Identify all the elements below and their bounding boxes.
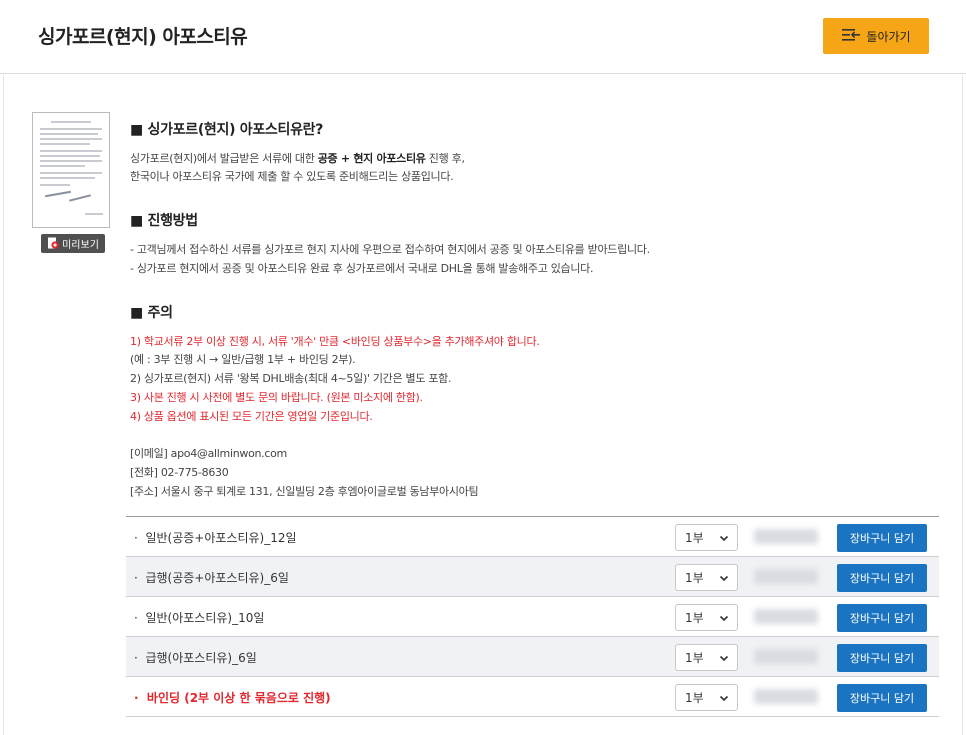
quantity-select[interactable]: 1부 bbox=[675, 524, 738, 551]
price-blurred bbox=[754, 569, 818, 584]
list-back-icon bbox=[841, 27, 861, 46]
preview-icon bbox=[47, 234, 59, 253]
product-row: · 바인딩 (2부 이상 한 묶음으로 진행) 1부 장바구니 담기 bbox=[126, 677, 939, 717]
document-thumbnail[interactable] bbox=[32, 112, 110, 228]
product-name: · 일반(공증+아포스티유)_12일 bbox=[134, 531, 297, 545]
product-options-table: · 일반(공증+아포스티유)_12일 1부 장바구니 담기 · 급행(공증+아포… bbox=[126, 516, 939, 717]
product-name: · 일반(아포스티유)_10일 bbox=[134, 611, 265, 625]
intro-line-2: 한국이나 아포스티유 국가에 제출 할 수 있도록 준비해드리는 상품입니다. bbox=[130, 170, 454, 183]
product-name: · 급행(아포스티유)_6일 bbox=[134, 651, 257, 665]
left-border bbox=[3, 75, 4, 735]
price-blurred bbox=[754, 649, 818, 664]
add-to-cart-button[interactable]: 장바구니 담기 bbox=[837, 524, 927, 552]
add-to-cart-button[interactable]: 장바구니 담기 bbox=[837, 644, 927, 672]
price-blurred bbox=[754, 529, 818, 544]
quantity-select[interactable]: 1부 bbox=[675, 604, 738, 631]
product-row: · 급행(공증+아포스티유)_6일 1부 장바구니 담기 bbox=[126, 557, 939, 597]
add-to-cart-button[interactable]: 장바구니 담기 bbox=[837, 604, 927, 632]
quantity-select[interactable]: 1부 bbox=[675, 644, 738, 671]
product-name: · 급행(공증+아포스티유)_6일 bbox=[134, 571, 289, 585]
back-button[interactable]: 돌아가기 bbox=[823, 18, 929, 54]
contact-phone: [전화] 02-775-8630 bbox=[130, 466, 229, 479]
add-to-cart-button[interactable]: 장바구니 담기 bbox=[837, 684, 927, 712]
process-heading: ■ 진행방법 bbox=[130, 213, 198, 229]
chevron-down-icon bbox=[719, 692, 729, 706]
chevron-down-icon bbox=[719, 612, 729, 626]
contact-email: [이메일] apo4@allminwon.com bbox=[130, 447, 287, 460]
product-row: · 일반(공증+아포스티유)_12일 1부 장바구니 담기 bbox=[126, 517, 939, 557]
preview-button-label: 미리보기 bbox=[62, 240, 99, 251]
notice-item-2: 2) 싱가포르(현지) 서류 '왕복 DHL배송(최대 4~5일)' 기간은 별… bbox=[130, 372, 452, 385]
process-line-2: - 싱가포르 현지에서 공증 및 아포스티유 완료 후 싱가포르에서 국내로 D… bbox=[130, 262, 594, 275]
price-blurred bbox=[754, 609, 818, 624]
add-to-cart-button[interactable]: 장바구니 담기 bbox=[837, 564, 927, 592]
chevron-down-icon bbox=[719, 532, 729, 546]
chevron-down-icon bbox=[719, 572, 729, 586]
right-border bbox=[962, 75, 963, 735]
quantity-select[interactable]: 1부 bbox=[675, 564, 738, 591]
product-row: · 급행(아포스티유)_6일 1부 장바구니 담기 bbox=[126, 637, 939, 677]
product-name: · 바인딩 (2부 이상 한 묶음으로 진행) bbox=[134, 691, 331, 705]
notice-example: (예 : 3부 진행 시 → 일반/급행 1부 + 바인딩 2부). bbox=[130, 353, 356, 366]
process-line-1: - 고객님께서 접수하신 서류를 싱가포르 현지 지사에 우편으로 접수하여 현… bbox=[130, 243, 650, 256]
notice-item-4: 4) 상품 옵션에 표시된 모든 기간은 영업일 기준입니다. bbox=[130, 410, 373, 423]
notice-heading: ■ 주의 bbox=[130, 305, 173, 321]
intro-heading: ■ 싱가포르(현지) 아포스티유란? bbox=[130, 122, 324, 138]
page-header: 싱가포르(현지) 아포스티유 돌아가기 bbox=[0, 0, 966, 74]
page-title: 싱가포르(현지) 아포스티유 bbox=[38, 26, 248, 48]
intro-line-1: 싱가포르(현지)에서 발급받은 서류에 대한 공증 + 현지 아포스티유 진행 … bbox=[130, 152, 465, 165]
quantity-select[interactable]: 1부 bbox=[675, 684, 738, 711]
price-blurred bbox=[754, 689, 818, 704]
preview-button[interactable]: 미리보기 bbox=[41, 234, 105, 253]
notice-item-3: 3) 사본 진행 시 사전에 별도 문의 바랍니다. (원본 미소지에 한함). bbox=[130, 391, 423, 404]
contact-address: [주소] 서울시 중구 퇴계로 131, 신일빌딩 2층 후엠아이글로벌 동남부… bbox=[130, 485, 479, 498]
product-row: · 일반(아포스티유)_10일 1부 장바구니 담기 bbox=[126, 597, 939, 637]
chevron-down-icon bbox=[719, 652, 729, 666]
back-button-label: 돌아가기 bbox=[866, 29, 911, 44]
notice-item-1: 1) 학교서류 2부 이상 진행 시, 서류 '개수' 만큼 <바인딩 상품부수… bbox=[130, 335, 540, 348]
